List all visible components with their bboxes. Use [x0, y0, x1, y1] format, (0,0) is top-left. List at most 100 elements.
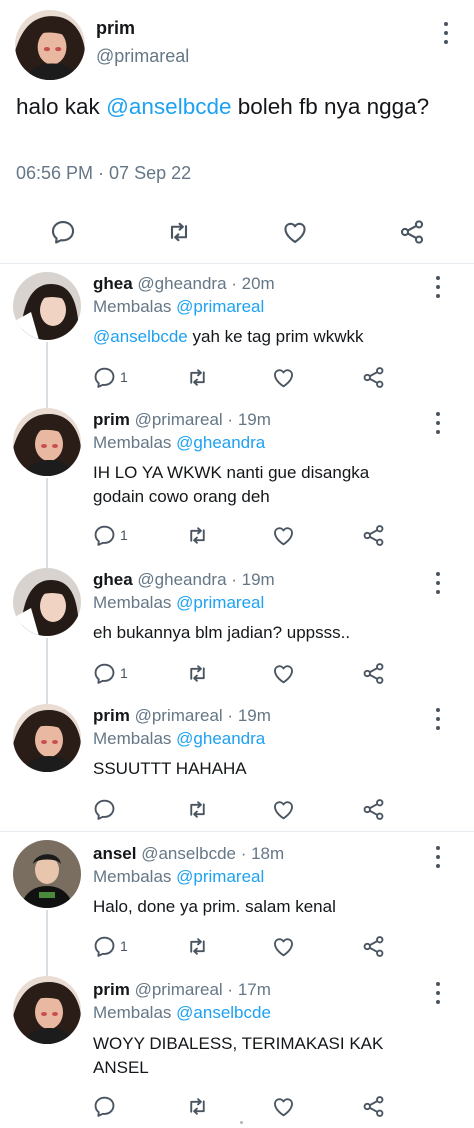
mention-link[interactable]: @anselbcde	[106, 94, 231, 119]
reply-text: SSUUTTT HAHAHA	[93, 757, 453, 781]
mention-link[interactable]: @gheandra	[176, 729, 265, 748]
reply-tweet: ghea @gheandra · 20m Membalas @primareal…	[0, 264, 474, 400]
reply-header: ansel @anselbcde · 18m	[93, 844, 284, 864]
author-name[interactable]: ansel	[93, 844, 136, 863]
like-icon[interactable]	[271, 1092, 296, 1120]
reply-time: 19m	[237, 706, 271, 725]
reply-icon[interactable]	[92, 1092, 120, 1120]
share-icon[interactable]	[361, 521, 386, 549]
reply-time: 17m	[237, 980, 271, 999]
avatar[interactable]	[15, 10, 85, 80]
author-handle[interactable]: @primareal	[135, 980, 223, 999]
separator: ·	[222, 980, 238, 999]
reply-header: prim @primareal · 17m	[93, 980, 271, 1000]
more-icon[interactable]	[433, 412, 443, 434]
more-icon[interactable]	[433, 982, 443, 1004]
replying-label: Membalas	[93, 867, 172, 886]
more-icon[interactable]	[433, 708, 443, 730]
like-icon[interactable]	[271, 521, 296, 549]
like-icon[interactable]	[271, 795, 296, 823]
tweet-text-part: boleh fb nya ngga?	[231, 94, 430, 119]
reply-text: WOYY DIBALESS, TERIMAKASI KAK ANSEL	[93, 1032, 433, 1080]
avatar[interactable]	[13, 704, 81, 772]
share-icon[interactable]	[361, 932, 386, 960]
scroll-indicator	[240, 1121, 243, 1124]
retweet-icon[interactable]	[185, 932, 210, 960]
reply-actions: 1	[0, 659, 474, 687]
reply-text-part: SSUUTTT HAHAHA	[93, 759, 247, 778]
author-name[interactable]: ghea	[93, 570, 133, 589]
mention-link[interactable]: @anselbcde	[93, 327, 188, 346]
author-name[interactable]: prim	[93, 980, 130, 999]
thread-line	[46, 560, 48, 568]
retweet-icon[interactable]	[159, 212, 199, 252]
retweet-icon[interactable]	[185, 521, 210, 549]
author-name[interactable]: prim	[96, 18, 135, 39]
share-icon[interactable]	[361, 795, 386, 823]
reply-text-part: yah ke tag prim wkwkk	[187, 327, 364, 346]
separator: ·	[226, 274, 242, 293]
author-handle[interactable]: @primareal	[135, 706, 223, 725]
reply-header: ghea @gheandra · 19m	[93, 570, 275, 590]
tweet-text: halo kak @anselbcde boleh fb nya ngga?	[16, 92, 456, 121]
share-icon[interactable]	[361, 659, 386, 687]
reply-time: 18m	[251, 844, 285, 863]
reply-icon[interactable]: 1	[92, 932, 128, 960]
avatar[interactable]	[13, 568, 81, 636]
author-handle[interactable]: @gheandra	[137, 570, 226, 589]
author-name[interactable]: ghea	[93, 274, 133, 293]
more-icon[interactable]	[441, 22, 451, 44]
share-icon[interactable]	[361, 363, 386, 391]
separator: ·	[226, 570, 242, 589]
author-handle[interactable]: @anselbcde	[141, 844, 236, 863]
avatar[interactable]	[13, 840, 81, 908]
reply-icon[interactable]	[43, 212, 83, 252]
reply-icon[interactable]: 1	[92, 521, 128, 549]
author-handle[interactable]: @primareal	[96, 46, 189, 67]
mention-link[interactable]: @gheandra	[176, 433, 265, 452]
reply-icon[interactable]: 1	[92, 363, 128, 391]
reply-text: @anselbcde yah ke tag prim wkwkk	[93, 325, 453, 349]
avatar[interactable]	[13, 272, 81, 340]
replying-to: Membalas @gheandra	[93, 433, 265, 453]
author-name[interactable]: prim	[93, 410, 130, 429]
reply-text-part: IH LO YA WKWK nanti gue disangka godain …	[93, 463, 370, 506]
more-icon[interactable]	[433, 572, 443, 594]
mention-link[interactable]: @primareal	[176, 867, 264, 886]
replying-label: Membalas	[93, 297, 172, 316]
like-icon[interactable]	[271, 659, 296, 687]
avatar[interactable]	[13, 408, 81, 476]
mention-link[interactable]: @primareal	[176, 297, 264, 316]
replying-label: Membalas	[93, 729, 172, 748]
reply-count: 1	[120, 938, 128, 954]
replying-to: Membalas @primareal	[93, 297, 264, 317]
reply-header: prim @primareal · 19m	[93, 706, 271, 726]
like-icon[interactable]	[271, 363, 296, 391]
replying-to: Membalas @primareal	[93, 867, 264, 887]
avatar[interactable]	[13, 976, 81, 1044]
more-icon[interactable]	[433, 276, 443, 298]
mention-link[interactable]: @primareal	[176, 593, 264, 612]
reply-icon[interactable]: 1	[92, 659, 128, 687]
separator: ·	[222, 410, 238, 429]
like-icon[interactable]	[271, 932, 296, 960]
more-icon[interactable]	[433, 846, 443, 868]
share-icon[interactable]	[392, 212, 432, 252]
author-handle[interactable]: @gheandra	[137, 274, 226, 293]
tweet-text-part: halo kak	[16, 94, 107, 119]
author-name[interactable]: prim	[93, 706, 130, 725]
author-handle[interactable]: @primareal	[135, 410, 223, 429]
mention-link[interactable]: @anselbcde	[176, 1003, 271, 1022]
share-icon[interactable]	[361, 1092, 386, 1120]
replying-label: Membalas	[93, 593, 172, 612]
retweet-icon[interactable]	[185, 659, 210, 687]
like-icon[interactable]	[275, 212, 315, 252]
retweet-icon[interactable]	[185, 1092, 210, 1120]
reply-header: prim @primareal · 19m	[93, 410, 271, 430]
thread-line	[46, 968, 48, 976]
retweet-icon[interactable]	[185, 363, 210, 391]
retweet-icon[interactable]	[185, 795, 210, 823]
reply-count: 1	[120, 665, 128, 681]
reply-icon[interactable]	[92, 795, 120, 823]
reply-actions	[0, 1092, 474, 1120]
